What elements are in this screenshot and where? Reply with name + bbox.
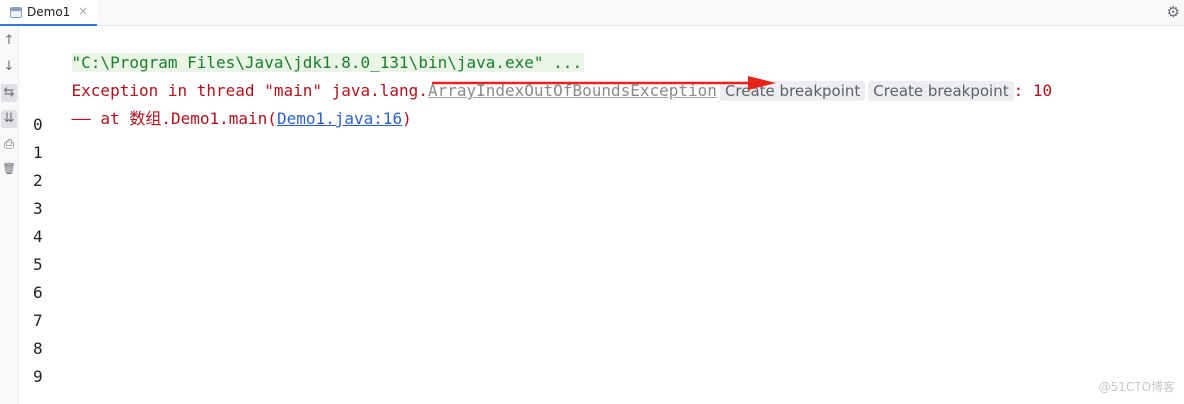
gear-icon[interactable]: ⚙ <box>1167 3 1180 21</box>
output-line: 7 <box>33 311 43 330</box>
tab-demo1[interactable]: Demo1 × <box>0 0 97 26</box>
output-line: 5 <box>33 255 43 274</box>
editor-tab-bar: Demo1 × ⚙ <box>0 0 1184 26</box>
output-line: 4 <box>33 227 43 246</box>
trash-icon[interactable]: 🗑 <box>1 160 17 178</box>
stack-suffix: ) <box>402 109 412 128</box>
stack-prefix: at 数组.Demo1.main( <box>90 109 277 128</box>
command-line: "C:\Program Files\Java\jdk1.8.0_131\bin\… <box>33 30 585 72</box>
arrow-head <box>748 76 776 90</box>
tab-label: Demo1 <box>27 5 71 19</box>
arrow-up-icon[interactable]: ↑ <box>1 32 17 50</box>
console-toolbar: ↑ ↓ ⇆ ⇊ ⎙ 🗑 <box>0 27 19 404</box>
soft-wrap-icon[interactable]: ⇆ <box>1 84 17 102</box>
source-location-link[interactable]: Demo1.java:16 <box>277 109 402 128</box>
stack-fold-dash: —— <box>71 109 91 128</box>
arrow-down-icon[interactable]: ↓ <box>1 58 17 76</box>
output-line: 0 <box>33 115 43 134</box>
java-class-file-icon <box>10 7 22 18</box>
scroll-to-end-icon[interactable]: ⇊ <box>1 110 17 128</box>
output-line: 6 <box>33 283 43 302</box>
output-line: 9 <box>33 367 43 386</box>
annotation-arrow <box>432 76 776 90</box>
create-breakpoint-hint[interactable]: Create breakpoint <box>868 81 1014 101</box>
close-icon[interactable]: × <box>78 4 88 18</box>
watermark: @51CTO博客 <box>1098 380 1175 394</box>
stack-trace-line: —— at 数组.Demo1.main(Demo1.java:16) <box>33 86 412 128</box>
output-line: 3 <box>33 199 43 218</box>
exception-suffix: : 10 <box>1013 81 1053 100</box>
output-line: 8 <box>33 339 43 358</box>
output-line: 1 <box>33 143 43 162</box>
output-line: 2 <box>33 171 43 190</box>
print-icon[interactable]: ⎙ <box>1 136 17 154</box>
